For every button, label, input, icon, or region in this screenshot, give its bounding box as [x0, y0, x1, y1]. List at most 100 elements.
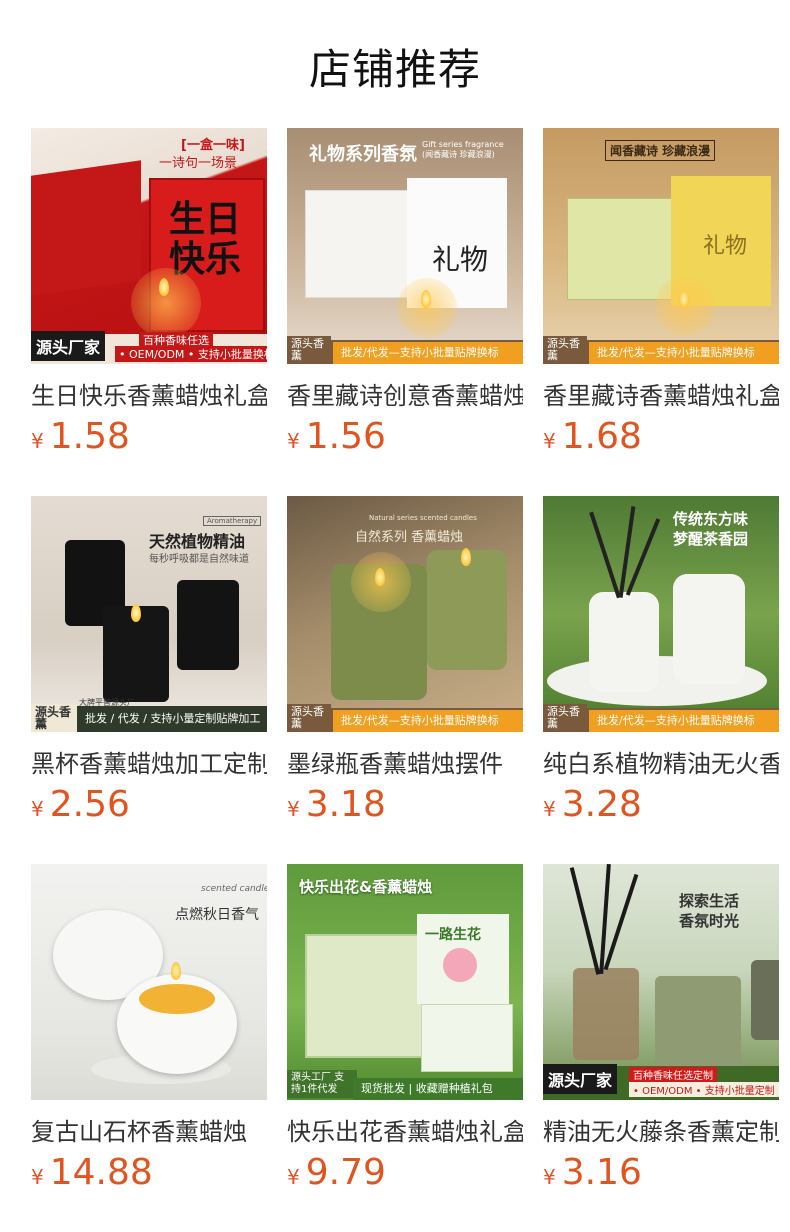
- image-headline: 礼物系列香氛: [309, 144, 417, 165]
- image-big-text: 礼物: [703, 234, 748, 259]
- product-price: ¥3.16: [543, 1152, 642, 1193]
- image-headline: 点燃秋日香气: [175, 907, 259, 923]
- candle-glow: [397, 278, 457, 338]
- reed-stick: [589, 511, 621, 599]
- product-card[interactable]: 探索生活 香氛时光 源头厂家 百种香味任选定制 • OEM/ODM • 支持小批…: [543, 864, 779, 1193]
- diffuser-bottle: [751, 960, 779, 1040]
- image-strip: 批发/代发—支持小批量贴牌换标: [589, 342, 779, 364]
- image-strip: 批发/代发—支持小批量贴牌换标: [333, 342, 523, 364]
- candle-flame: [679, 290, 689, 308]
- price-value: 1.58: [49, 416, 130, 457]
- currency-symbol: ¥: [31, 797, 44, 821]
- image-subheadline: 每秒呼吸都是自然味道: [149, 554, 249, 565]
- product-name[interactable]: 快乐出花香薰蜡烛礼盒: [287, 1112, 523, 1147]
- image-strip: 批发/代发—支持小批量贴牌换标: [333, 710, 523, 732]
- product-price: ¥3.28: [543, 784, 642, 825]
- currency-symbol: ¥: [543, 797, 556, 821]
- product-name[interactable]: 墨绿瓶香薰蜡烛摆件: [287, 744, 523, 779]
- gift-box: [31, 160, 141, 296]
- image-tag: Natural series scented candles: [369, 514, 477, 522]
- source-badge: 源头厂家: [31, 331, 106, 361]
- product-price: ¥3.18: [287, 784, 386, 825]
- source-badge: 源头香薰: [287, 704, 331, 732]
- image-headline: 闻香藏诗 珍藏浪漫: [605, 140, 716, 161]
- product-card[interactable]: 闻香藏诗 珍藏浪漫 礼物 源头香薰 批发/代发—支持小批量贴牌换标 香里藏诗香薰…: [543, 128, 779, 457]
- source-badge: 源头香薰: [287, 336, 331, 364]
- currency-symbol: ¥: [287, 429, 300, 453]
- currency-symbol: ¥: [543, 429, 556, 453]
- image-headline: [一盒一味]: [181, 138, 245, 153]
- product-image[interactable]: Natural series scented candles 自然系列 香薰蜡烛…: [287, 496, 523, 732]
- product-image[interactable]: 快乐出花&香薰蜡烛 一路生花 源头工厂 支持1件代发 现货批发 | 收藏赠种植礼…: [287, 864, 523, 1100]
- image-strip: 批发 / 代发 / 支持小量定制贴牌加工: [77, 706, 267, 732]
- reed-stick: [569, 867, 601, 975]
- price-value: 3.16: [561, 1152, 642, 1193]
- product-price: ¥14.88: [31, 1152, 153, 1193]
- product-price: ¥2.56: [31, 784, 130, 825]
- candle-flame: [461, 548, 471, 566]
- image-headline: 自然系列 香薰蜡烛: [355, 530, 464, 545]
- candle-flame: [375, 568, 385, 586]
- image-subheadline: Gift series fragrance (闻香藏诗 珍藏浪漫): [422, 140, 504, 159]
- diffuser-bottle: [673, 574, 745, 684]
- candle-flame: [159, 278, 169, 296]
- image-strip: 现货批发 | 收藏赠种植礼包: [353, 1078, 523, 1100]
- image-tag: scented candles: [201, 884, 267, 894]
- price-value: 3.18: [305, 784, 386, 825]
- product-name[interactable]: 香里藏诗香薰蜡烛礼盒: [543, 376, 779, 411]
- source-badge: 源头香薰: [31, 704, 77, 732]
- product-price: ¥1.68: [543, 416, 642, 457]
- image-strip: 批发/代发—支持小批量贴牌换标: [589, 710, 779, 732]
- product-name[interactable]: 精油无火藤条香薰定制: [543, 1112, 779, 1147]
- product-image[interactable]: 传统东方味 梦醒茶香园 源头香薰 批发/代发—支持小批量贴牌换标: [543, 496, 779, 732]
- product-image[interactable]: scented candles 点燃秋日香气: [31, 864, 267, 1100]
- price-value: 1.68: [561, 416, 642, 457]
- product-card[interactable]: [一盒一味] 一诗句一场景 生日快乐 源头厂家 百种香味任选 • OEM/ODM…: [31, 128, 267, 457]
- product-card[interactable]: scented candles 点燃秋日香气 复古山石杯香薰蜡烛 ¥14.88: [31, 864, 267, 1193]
- currency-symbol: ¥: [287, 1165, 300, 1189]
- product-card[interactable]: 传统东方味 梦醒茶香园 源头香薰 批发/代发—支持小批量贴牌换标 纯白系植物精油…: [543, 496, 779, 825]
- candle-jar: [177, 580, 239, 670]
- image-subheadline: 香氛时光: [679, 912, 740, 930]
- price-value: 1.56: [305, 416, 386, 457]
- image-big-text: 生日快乐: [169, 199, 242, 280]
- image-headline: 传统东方味: [673, 510, 749, 528]
- product-image[interactable]: 礼物系列香氛 Gift series fragrance (闻香藏诗 珍藏浪漫)…: [287, 128, 523, 364]
- price-value: 14.88: [49, 1152, 153, 1193]
- source-badge: 源头香薰: [543, 336, 587, 364]
- image-subheadline: 一诗句一场景: [159, 156, 238, 171]
- currency-symbol: ¥: [31, 429, 44, 453]
- price-value: 9.79: [305, 1152, 386, 1193]
- currency-symbol: ¥: [543, 1165, 556, 1189]
- product-card[interactable]: 礼物系列香氛 Gift series fragrance (闻香藏诗 珍藏浪漫)…: [287, 128, 523, 457]
- product-image[interactable]: 闻香藏诗 珍藏浪漫 礼物 源头香薰 批发/代发—支持小批量贴牌换标: [543, 128, 779, 364]
- product-name[interactable]: 纯白系植物精油无火香薰: [543, 744, 779, 779]
- product-image[interactable]: Aromatherapy 天然植物精油 每秒呼吸都是自然味道 源头香薰 大牌平替…: [31, 496, 267, 732]
- product-name[interactable]: 生日快乐香薰蜡烛礼盒: [31, 376, 267, 411]
- candle-flame: [421, 290, 431, 308]
- product-name[interactable]: 复古山石杯香薰蜡烛: [31, 1112, 267, 1147]
- product-price: ¥9.79: [287, 1152, 386, 1193]
- product-card[interactable]: Aromatherapy 天然植物精油 每秒呼吸都是自然味道 源头香薰 大牌平替…: [31, 496, 267, 825]
- candle-tin: [421, 1004, 513, 1072]
- image-strip-2: • OEM/ODM • 支持小批量定制: [629, 1082, 779, 1097]
- candle-flame: [171, 962, 181, 980]
- product-image[interactable]: [一盒一味] 一诗句一场景 生日快乐 源头厂家 百种香味任选 • OEM/ODM…: [31, 128, 267, 364]
- diffuser-bottle: [573, 968, 639, 1060]
- product-name[interactable]: 香里藏诗创意香薰蜡烛礼盒: [287, 376, 523, 411]
- flower-icon: [443, 948, 477, 982]
- product-name[interactable]: 黑杯香薰蜡烛加工定制: [31, 744, 267, 779]
- product-card[interactable]: Natural series scented candles 自然系列 香薰蜡烛…: [287, 496, 523, 825]
- product-price: ¥1.56: [287, 416, 386, 457]
- image-tag: Aromatherapy: [203, 516, 262, 526]
- image-strip-1: 百种香味任选定制: [629, 1067, 717, 1082]
- currency-symbol: ¥: [31, 1165, 44, 1189]
- source-badge: 源头厂家: [543, 1064, 618, 1094]
- image-big-text: 礼物: [432, 243, 489, 276]
- candle-jar: [427, 550, 507, 670]
- page-title: 店铺推荐: [308, 45, 481, 94]
- source-badge: 源头香薰: [543, 704, 587, 732]
- image-box-text: 一路生花: [425, 927, 481, 943]
- product-image[interactable]: 探索生活 香氛时光 源头厂家 百种香味任选定制 • OEM/ODM • 支持小批…: [543, 864, 779, 1100]
- product-card[interactable]: 快乐出花&香薰蜡烛 一路生花 源头工厂 支持1件代发 现货批发 | 收藏赠种植礼…: [287, 864, 523, 1193]
